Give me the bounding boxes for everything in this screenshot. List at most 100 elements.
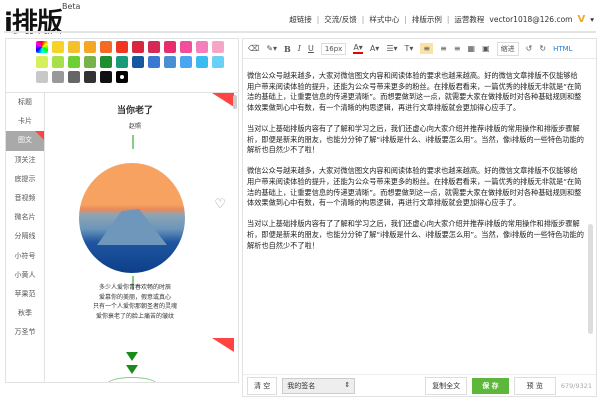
color-swatch[interactable] xyxy=(164,41,176,53)
category-item[interactable]: 底提示 xyxy=(6,170,44,189)
color-swatch[interactable] xyxy=(180,56,192,68)
italic-button[interactable]: I xyxy=(298,44,301,53)
nav-style-center[interactable]: 样式中心 xyxy=(369,14,399,25)
color-swatch[interactable] xyxy=(212,56,224,68)
image-icon[interactable]: ▣ xyxy=(482,44,490,53)
bold-button[interactable]: B xyxy=(284,44,291,54)
color-swatch[interactable] xyxy=(116,71,128,83)
save-button[interactable]: 保 存 xyxy=(472,377,509,394)
editor-scrollbar[interactable] xyxy=(588,224,593,334)
nav-feedback[interactable]: 交流/反馈 xyxy=(324,14,357,25)
poem-line: 只有一个人爱你那朝圣者的灵魂 xyxy=(92,303,177,310)
poem-line: 爱慕你的美丽，假意或真心 xyxy=(98,293,171,301)
color-swatch[interactable] xyxy=(84,71,96,83)
align-center-icon[interactable]: ≡ xyxy=(440,44,447,53)
paragraph[interactable]: 当对以上基础排版内容有了了解和学习之后，我们还虚心向大家介绍并推荐i排版的常用操… xyxy=(247,124,584,156)
color-swatch[interactable] xyxy=(116,56,128,68)
signature-select[interactable]: 我的签名 ⇕ xyxy=(282,377,356,394)
category-item[interactable]: 标题 xyxy=(6,93,44,112)
align-right-icon[interactable]: ≡ xyxy=(454,44,461,53)
nav-hyperlink[interactable]: 超链接 xyxy=(289,14,312,25)
color-swatch[interactable] xyxy=(180,41,192,53)
category-item[interactable]: 秋季 xyxy=(6,304,44,323)
editor-content[interactable]: 微信公众号越来越多，大家对微信图文内容和阅读体验的要求也越来越高。好的微信文章排… xyxy=(247,71,584,262)
divider: | xyxy=(316,15,320,24)
underline-button[interactable]: U xyxy=(308,44,314,53)
color-swatch[interactable] xyxy=(116,41,128,53)
heart-icon[interactable]: ♡ xyxy=(214,197,226,212)
align-left-icon[interactable]: ≡ xyxy=(420,43,434,54)
eraser-icon[interactable]: ⌫ xyxy=(248,44,259,53)
color-swatch[interactable] xyxy=(84,41,96,53)
text-style-icon[interactable]: T▾ xyxy=(405,44,414,53)
top-nav: 超链接 | 交流/反馈 | 样式中心 | 排版示例 | 运营教程 vector1018@… xyxy=(289,14,594,25)
color-swatch[interactable] xyxy=(52,41,64,53)
color-swatch[interactable] xyxy=(132,41,144,53)
arrow-down-icon xyxy=(126,352,138,361)
chevron-down-icon[interactable]: ▾ xyxy=(590,15,594,24)
color-swatch[interactable] xyxy=(68,41,80,53)
line-height-icon[interactable]: ☰▾ xyxy=(386,44,397,53)
category-item[interactable]: 图文 xyxy=(6,131,44,151)
category-item[interactable]: 万圣节 xyxy=(6,323,44,342)
preview-poem: 多少人爱你青春欢畅的时辰 爱慕你的美丽，假意或真心 只有一个人爱你那朝圣者的灵魂… xyxy=(45,283,225,321)
category-item[interactable]: 分隔线 xyxy=(6,227,44,246)
font-color-icon[interactable]: A▾ xyxy=(353,43,363,54)
category-item[interactable]: 顶关注 xyxy=(6,151,44,170)
color-swatch[interactable] xyxy=(84,56,96,68)
category-item[interactable]: 音视频 xyxy=(6,189,44,208)
color-swatch[interactable] xyxy=(52,56,64,68)
color-swatch[interactable] xyxy=(196,41,208,53)
beta-badge: Beta xyxy=(62,2,81,11)
color-swatch[interactable] xyxy=(100,71,112,83)
format-brush-icon[interactable]: ✎▾ xyxy=(266,44,277,53)
mountain-image xyxy=(79,163,185,273)
arrow-down-icon xyxy=(126,365,138,374)
preview-scrollbar[interactable] xyxy=(233,95,237,109)
color-swatch[interactable] xyxy=(148,56,160,68)
color-swatch[interactable] xyxy=(68,56,80,68)
paragraph[interactable]: 当对以上基础排版内容有了了解和学习之后，我们还虚心向大家介绍并推荐i排版的常用操… xyxy=(247,219,584,251)
color-swatch[interactable] xyxy=(212,41,224,53)
category-item[interactable]: 苹果范 xyxy=(6,285,44,304)
divider: | xyxy=(446,15,450,24)
color-swatch[interactable] xyxy=(132,56,144,68)
category-item[interactable]: 微名片 xyxy=(6,208,44,227)
background-color-icon[interactable]: A▾ xyxy=(370,44,380,53)
divider-line xyxy=(132,135,134,149)
char-count: 679/9321 xyxy=(560,381,592,390)
poem-line: 爱你衰老了的脸上痛苦的皱纹 xyxy=(95,312,174,320)
undo-icon[interactable]: ↺ xyxy=(526,44,533,53)
color-swatch[interactable] xyxy=(164,56,176,68)
paragraph[interactable]: 微信公众号越来越多，大家对微信图文内容和阅读体验的要求也越来越高。好的微信文章排… xyxy=(247,71,584,113)
color-swatch[interactable] xyxy=(100,41,112,53)
category-item[interactable]: 小符号 xyxy=(6,247,44,266)
color-swatch[interactable] xyxy=(36,41,48,53)
nav-examples[interactable]: 排版示例 xyxy=(412,14,442,25)
paragraph[interactable]: 微信公众号越来越多，大家对微信图文内容和阅读体验的要求也越来越高。好的微信文章排… xyxy=(247,166,584,208)
nav-tutorials[interactable]: 运营教程 xyxy=(454,14,484,25)
preview-button[interactable]: 预 览 xyxy=(513,376,556,395)
redo-icon[interactable]: ↻ xyxy=(539,44,546,53)
color-swatch[interactable] xyxy=(196,56,208,68)
font-size-select[interactable]: 16px xyxy=(320,42,347,55)
align-justify-icon[interactable]: ▦ xyxy=(468,44,476,53)
category-item[interactable]: 小黄人 xyxy=(6,266,44,285)
user-email[interactable]: vector1018@126.com xyxy=(489,15,572,24)
category-item[interactable]: 卡片 xyxy=(6,112,44,131)
vip-icon[interactable]: V xyxy=(577,14,585,25)
poem-line: 多少人爱你青春欢畅的时辰 xyxy=(98,284,171,291)
color-swatch[interactable] xyxy=(100,56,112,68)
clear-button[interactable]: 清 空 xyxy=(247,376,278,395)
style-preview[interactable]: 当你老了 赵照 ♡ 多少人爱你青春欢畅的时辰 爱慕你的美丽，假意或真心 只有一个… xyxy=(45,92,238,382)
copy-all-button[interactable]: 复制全文 xyxy=(425,376,468,395)
color-swatch[interactable] xyxy=(68,71,80,83)
html-button[interactable]: HTML xyxy=(553,45,572,53)
color-swatch[interactable] xyxy=(148,41,160,53)
style-panel: 标题 卡片 图文 顶关注 底提示 音视频 微名片 分隔线 小符号 小黄人 苹果范 秋季 万圣节 当你老了… xyxy=(5,38,239,383)
logo[interactable]: i排版 xyxy=(4,2,63,39)
indent-button[interactable]: 缩进 xyxy=(496,41,519,56)
color-swatch[interactable] xyxy=(36,56,48,68)
color-swatch[interactable] xyxy=(36,71,48,83)
color-swatch[interactable] xyxy=(52,71,64,83)
